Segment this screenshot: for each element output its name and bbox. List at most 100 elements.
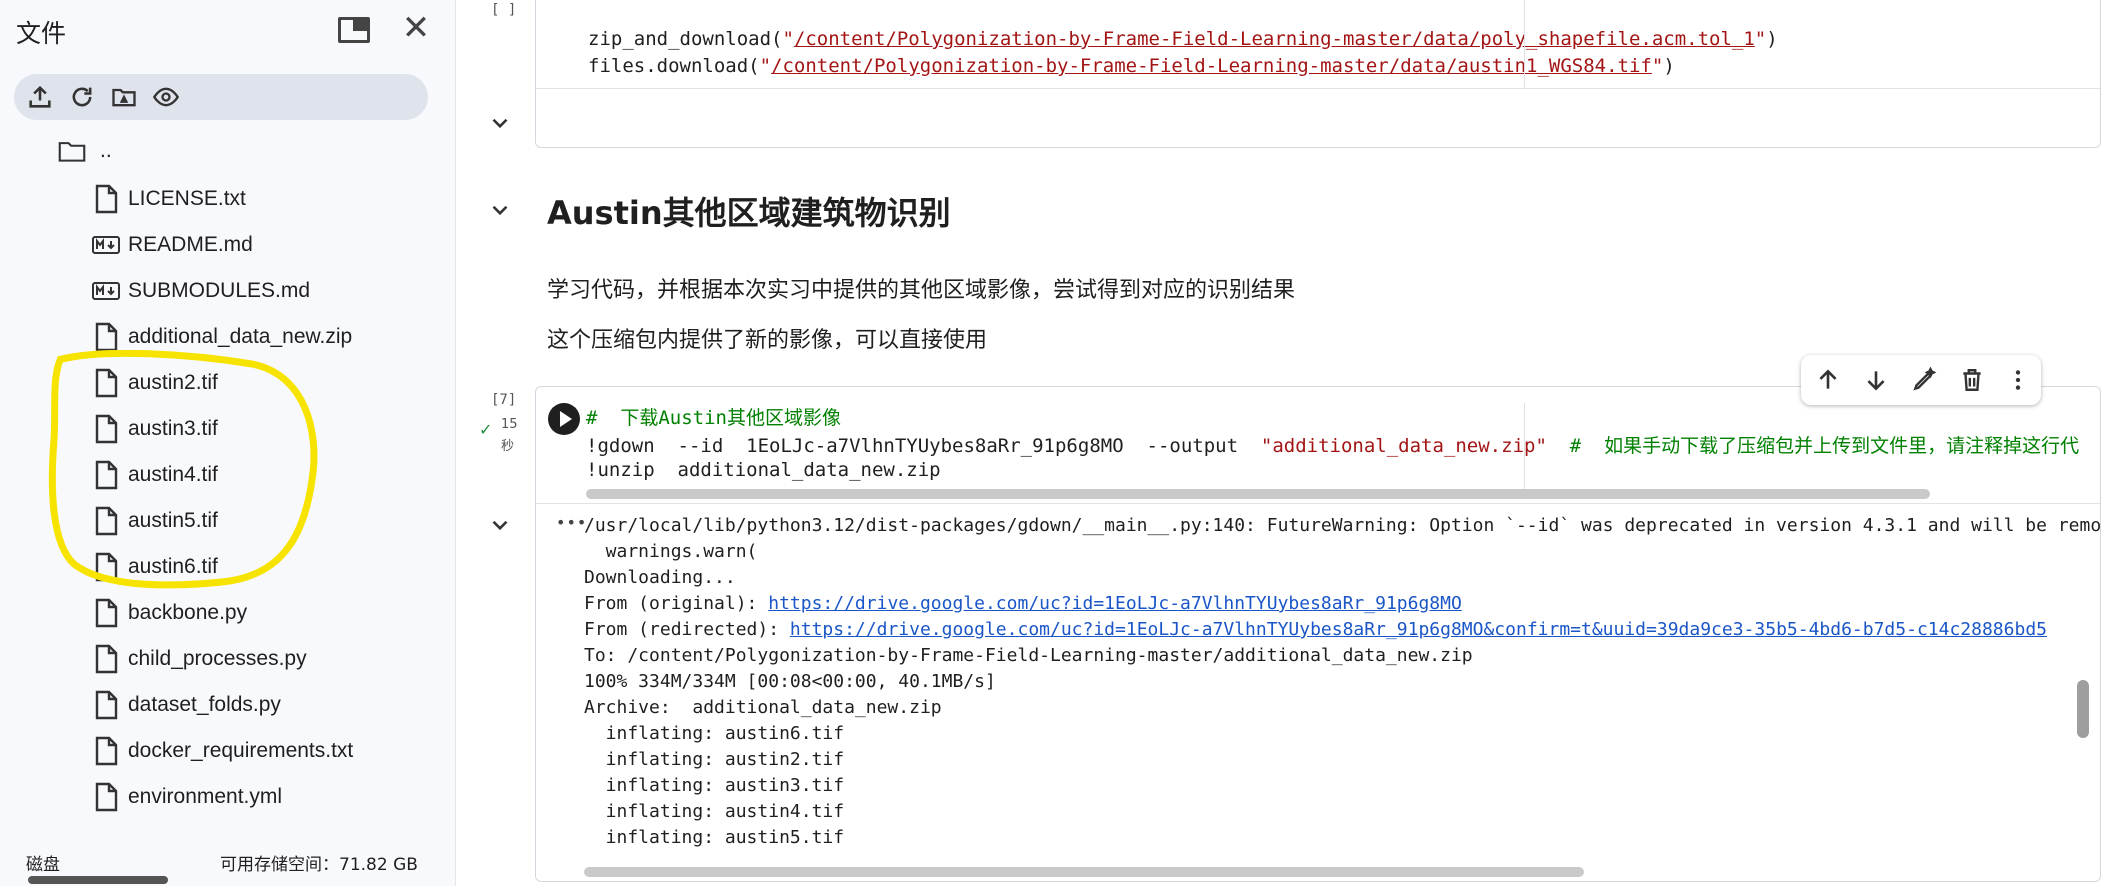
file-icon bbox=[92, 460, 120, 490]
output-collapse-chevron-icon[interactable] bbox=[487, 512, 513, 538]
file-item-label: additional_data_new.zip bbox=[128, 325, 353, 348]
file-list: .. LICENSE.txt README.md SUBMODULES.md addi… bbox=[0, 128, 456, 848]
notebook-vscroll[interactable] bbox=[2077, 680, 2089, 738]
output-line: inflating: austin5.tif bbox=[584, 827, 845, 848]
sidebar-title: 文件 bbox=[16, 19, 67, 48]
output-line: /usr/local/lib/python3.12/dist-packages/… bbox=[584, 515, 2102, 536]
output-from-redirected-link[interactable]: https://drive.google.com/uc?id=1EoLJc-a7… bbox=[790, 619, 2047, 640]
file-item[interactable]: austin6.tif bbox=[0, 544, 456, 590]
file-item[interactable]: child_processes.py bbox=[0, 636, 456, 682]
run-cell-button[interactable] bbox=[548, 403, 580, 435]
output-from-original-label: From (original): bbox=[584, 593, 769, 614]
output-line: inflating: austin2.tif bbox=[584, 749, 845, 770]
notebook-area: [ ] zip_and_download("/content/Polygoniz… bbox=[457, 0, 2121, 886]
file-item[interactable]: README.md bbox=[0, 222, 456, 268]
window-dock-icon[interactable] bbox=[338, 17, 370, 43]
file-item[interactable]: backbone.py bbox=[0, 590, 456, 636]
file-icon bbox=[92, 184, 120, 214]
cell1-path-1: /content/Polygonization-by-Frame-Field-L… bbox=[793, 28, 1755, 50]
parent-folder-item[interactable]: .. bbox=[0, 128, 456, 174]
cell1-path-2: /content/Polygonization-by-Frame-Field-L… bbox=[771, 55, 1652, 77]
file-item-label: SUBMODULES.md bbox=[128, 279, 311, 302]
cell2-gdown-line[interactable]: !gdown --id 1EoLJc-a7VlhnTYUybes8aRr_91p… bbox=[586, 431, 2079, 458]
close-icon[interactable]: ✕ bbox=[400, 11, 432, 45]
more-vert-icon[interactable] bbox=[2003, 365, 2033, 395]
cell2-code-hscroll[interactable] bbox=[586, 489, 1930, 499]
cell2-comment-line[interactable]: # 下载Austin其他区域影像 bbox=[586, 403, 841, 430]
file-item[interactable]: SUBMODULES.md bbox=[0, 268, 456, 314]
section-heading: Austin其他区域建筑物识别 bbox=[547, 194, 951, 232]
file-item-label: README.md bbox=[128, 233, 253, 256]
eye-icon[interactable] bbox=[150, 81, 182, 113]
file-item-label: austin2.tif bbox=[128, 371, 218, 394]
output-from-original-link[interactable]: https://drive.google.com/uc?id=1EoLJc-a7… bbox=[768, 593, 1462, 614]
success-check-icon: ✓ bbox=[479, 420, 493, 439]
output-hscroll[interactable] bbox=[584, 867, 1584, 877]
file-icon bbox=[92, 322, 120, 352]
file-item[interactable]: dataset_folds.py bbox=[0, 682, 456, 728]
cell2-exec-label: [7] bbox=[491, 392, 517, 408]
cell2-duration-unit: 秒 bbox=[501, 439, 515, 454]
edit-sparkle-icon[interactable] bbox=[1909, 365, 1939, 395]
storage-available: 可用存储空间：71.82 GB bbox=[220, 855, 418, 875]
file-toolbar bbox=[14, 74, 428, 120]
file-item[interactable]: environment.yml bbox=[0, 774, 456, 820]
file-icon bbox=[92, 644, 120, 674]
cell1-line2[interactable]: files.download("/content/Polygonization-… bbox=[588, 55, 1675, 77]
cell1-collapse-chevron-icon[interactable] bbox=[487, 110, 513, 136]
output-line: inflating: austin6.tif bbox=[584, 723, 845, 744]
file-icon bbox=[92, 552, 120, 582]
output-from-redirected: From (redirected): https://drive.google.… bbox=[584, 617, 2101, 643]
parent-folder-label: .. bbox=[100, 139, 112, 162]
file-icon bbox=[92, 736, 120, 766]
output-line: 100% 334M/334M [00:08<00:00, 40.1MB/s] bbox=[584, 671, 996, 692]
disk-label: 磁盘 bbox=[26, 855, 60, 875]
file-item-label: austin5.tif bbox=[128, 509, 218, 532]
file-item[interactable]: austin2.tif bbox=[0, 360, 456, 406]
section-collapse-chevron-icon[interactable] bbox=[487, 197, 513, 223]
folder-icon bbox=[58, 136, 90, 166]
cell-output: /usr/local/lib/python3.12/dist-packages/… bbox=[584, 513, 2101, 851]
cell2-duration-num: 15 bbox=[501, 417, 518, 432]
cell2-unzip-line[interactable]: !unzip additional_data_new.zip bbox=[586, 459, 941, 481]
file-item-label: austin6.tif bbox=[128, 555, 218, 578]
file-item-label: environment.yml bbox=[128, 785, 283, 808]
file-item-label: LICENSE.txt bbox=[128, 187, 246, 210]
file-item-label: austin3.tif bbox=[128, 417, 218, 440]
cell1-line1[interactable]: zip_and_download("/content/Polygonizatio… bbox=[588, 28, 1778, 50]
file-item[interactable]: austin3.tif bbox=[0, 406, 456, 452]
arrow-up-icon[interactable] bbox=[1813, 365, 1843, 395]
file-item-label: docker_requirements.txt bbox=[128, 739, 354, 762]
arrow-down-icon[interactable] bbox=[1861, 365, 1891, 395]
output-from-redirected-label: From (redirected): bbox=[584, 619, 790, 640]
file-icon bbox=[92, 782, 120, 812]
output-line: To: /content/Polygonization-by-Frame-Fie… bbox=[584, 645, 1473, 666]
sidebar-scrollbar[interactable] bbox=[28, 876, 168, 884]
output-menu-icon[interactable]: ••• bbox=[556, 513, 587, 532]
file-icon bbox=[92, 414, 120, 444]
upload-icon[interactable] bbox=[24, 81, 56, 113]
trash-icon[interactable] bbox=[1957, 365, 1987, 395]
output-line: warnings.warn( bbox=[584, 541, 758, 562]
file-item[interactable]: austin4.tif bbox=[0, 452, 456, 498]
file-icon bbox=[92, 690, 120, 720]
file-item-label: child_processes.py bbox=[128, 647, 307, 670]
refresh-icon[interactable] bbox=[66, 81, 98, 113]
file-item[interactable]: additional_data_new.zip bbox=[0, 314, 456, 360]
output-line: inflating: austin4.tif bbox=[584, 801, 845, 822]
file-item-label: backbone.py bbox=[128, 601, 248, 624]
file-item[interactable]: docker_requirements.txt bbox=[0, 728, 456, 774]
file-icon bbox=[92, 506, 120, 536]
output-from-original: From (original): https://drive.google.co… bbox=[584, 591, 2101, 617]
file-item[interactable]: LICENSE.txt bbox=[0, 176, 456, 222]
folder-drive-icon[interactable] bbox=[108, 81, 140, 113]
code-cell-2[interactable]: # 下载Austin其他区域影像 !gdown --id 1EoLJc-a7Vl… bbox=[535, 386, 2101, 882]
sidebar-footer: 磁盘 可用存储空间：71.82 GB bbox=[0, 846, 456, 886]
section-paragraph-2: 这个压缩包内提供了新的影像，可以直接使用 bbox=[547, 328, 988, 353]
file-item[interactable]: austin5.tif bbox=[0, 498, 456, 544]
section-paragraph-1: 学习代码，并根据本次实习中提供的其他区域影像，尝试得到对应的识别结果 bbox=[547, 278, 1296, 303]
file-item-label: dataset_folds.py bbox=[128, 693, 281, 716]
output-line: Archive: additional_data_new.zip bbox=[584, 697, 942, 718]
sidebar-header: 文件 ✕ bbox=[16, 11, 436, 48]
code-cell-1[interactable]: zip_and_download("/content/Polygonizatio… bbox=[535, 0, 2101, 148]
